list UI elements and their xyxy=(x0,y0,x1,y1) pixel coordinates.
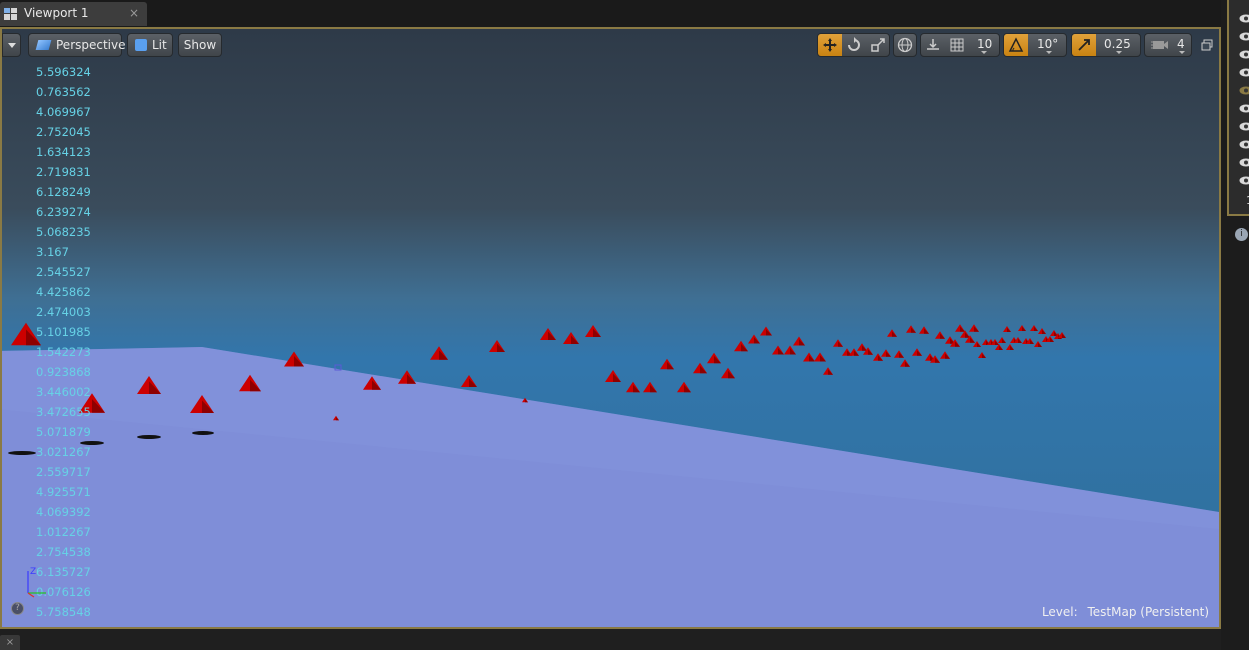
marker-shadow xyxy=(137,435,161,439)
globe-icon xyxy=(897,37,913,53)
stat-value: 2.545527 xyxy=(36,265,91,279)
surface-snap-button[interactable] xyxy=(921,34,945,56)
stat-value: 5.101985 xyxy=(36,325,91,339)
grid-snap-value[interactable]: 10 xyxy=(969,34,1000,56)
visibility-eye-icon[interactable] xyxy=(1239,86,1249,95)
stats-overlay: 5.596324 0.763562 4.069967 2.752045 1.634123… xyxy=(36,62,91,622)
viewport-tab-bar: Viewport 1 × xyxy=(0,0,1249,27)
stat-value: 5.068235 xyxy=(36,225,91,239)
scale-tool-button[interactable] xyxy=(866,34,890,56)
stat-value: 1.542273 xyxy=(36,345,91,359)
scale-snap-toggle[interactable] xyxy=(1072,34,1096,56)
axis-gizmo: Z xyxy=(27,567,46,598)
lit-button[interactable]: Lit xyxy=(127,33,173,57)
scale-snap-group: 0.25 xyxy=(1071,33,1141,57)
scale-icon xyxy=(871,38,885,52)
visibility-eye-icon[interactable] xyxy=(1239,176,1249,185)
stat-value: 2.474003 xyxy=(36,305,91,319)
visibility-eye-icon[interactable] xyxy=(1239,14,1249,23)
visibility-eye-icon[interactable] xyxy=(1239,158,1249,167)
stat-value: 6.239274 xyxy=(36,205,91,219)
3d-viewport[interactable]: Perspective Lit Show 10 10° 0.25 4 5.596… xyxy=(0,27,1221,629)
translate-tool-button[interactable] xyxy=(818,34,842,56)
visibility-eye-icon[interactable] xyxy=(1239,32,1249,41)
tab-title: Viewport 1 xyxy=(24,6,89,20)
visibility-eye-icon[interactable] xyxy=(1239,68,1249,77)
right-side-panel: 1 i xyxy=(1221,0,1249,650)
bottom-bar: × xyxy=(0,629,1221,650)
visibility-eye-icon[interactable] xyxy=(1239,50,1249,59)
svg-text:Z: Z xyxy=(30,567,36,577)
maximize-icon[interactable] xyxy=(1201,39,1213,51)
level-indicator: Level: TestMap (Persistent) xyxy=(1036,605,1209,619)
transform-tools xyxy=(817,33,890,57)
viewport-tab[interactable]: Viewport 1 × xyxy=(0,2,147,26)
stat-value: 3.446002 xyxy=(36,385,91,399)
stat-value: 4.925571 xyxy=(36,485,91,499)
show-button[interactable]: Show xyxy=(178,33,222,57)
stat-value: 4.069392 xyxy=(36,505,91,519)
stat-value: 5.596324 xyxy=(36,65,91,79)
stat-value: 3.472655 xyxy=(36,405,91,419)
viewport-icon xyxy=(4,8,17,20)
stat-value: 0.763562 xyxy=(36,85,91,99)
bottom-tab-close-icon[interactable]: × xyxy=(0,635,20,650)
surface-snap-icon xyxy=(927,39,939,50)
perspective-icon xyxy=(35,40,52,50)
camera-speed-button[interactable]: 4 xyxy=(1144,33,1192,57)
stat-value: 1.634123 xyxy=(36,145,91,159)
grid-snap-group: 10 xyxy=(920,33,1000,57)
stat-value: 5.071879 xyxy=(36,425,91,439)
viewport-options-dropdown[interactable] xyxy=(2,33,21,57)
stat-value: 2.752045 xyxy=(36,125,91,139)
move-icon xyxy=(823,38,837,52)
level-name: TestMap (Persistent) xyxy=(1087,605,1210,619)
marker-shadow xyxy=(8,451,36,455)
scene-render xyxy=(2,322,1219,627)
rotation-snap-group: 10° xyxy=(1003,33,1067,57)
stat-value: 4.425862 xyxy=(36,285,91,299)
scale-snap-icon xyxy=(1078,39,1090,51)
stat-value: 0.923868 xyxy=(36,365,91,379)
stat-value: 3.021267 xyxy=(36,445,91,459)
rotation-snap-value[interactable]: 10° xyxy=(1028,34,1067,56)
world-local-toggle[interactable] xyxy=(893,33,917,57)
rotate-tool-button[interactable] xyxy=(842,34,866,56)
marker-shadow xyxy=(192,431,214,435)
stat-value: 2.754538 xyxy=(36,545,91,559)
stat-value: 3.167 xyxy=(36,245,69,259)
stat-value: 6.128249 xyxy=(36,185,91,199)
rotation-snap-toggle[interactable] xyxy=(1004,34,1028,56)
camera-icon xyxy=(1151,41,1168,49)
grid-snap-toggle[interactable] xyxy=(945,34,969,56)
visibility-eye-icon[interactable] xyxy=(1239,122,1249,131)
world-outliner: 1 xyxy=(1227,0,1249,216)
details-info-icon[interactable]: i xyxy=(1235,228,1248,241)
rotate-icon xyxy=(848,37,860,51)
stat-value: 2.719831 xyxy=(36,165,91,179)
close-tab-icon[interactable]: × xyxy=(129,6,139,20)
angle-icon xyxy=(1008,37,1024,52)
stat-value: 4.069967 xyxy=(36,105,91,119)
help-icon[interactable]: ? xyxy=(11,602,24,615)
lit-mode-icon xyxy=(135,39,147,51)
stat-value: 5.758548 xyxy=(36,605,91,619)
stat-value: 1.012267 xyxy=(36,525,91,539)
perspective-button[interactable]: Perspective xyxy=(28,33,126,57)
stat-value: 2.559717 xyxy=(36,465,91,479)
level-label: Level: xyxy=(1041,605,1078,619)
visibility-eye-icon[interactable] xyxy=(1239,104,1249,113)
scale-snap-value[interactable]: 0.25 xyxy=(1096,34,1141,56)
grid-icon xyxy=(950,38,964,52)
visibility-eye-icon[interactable] xyxy=(1239,140,1249,149)
